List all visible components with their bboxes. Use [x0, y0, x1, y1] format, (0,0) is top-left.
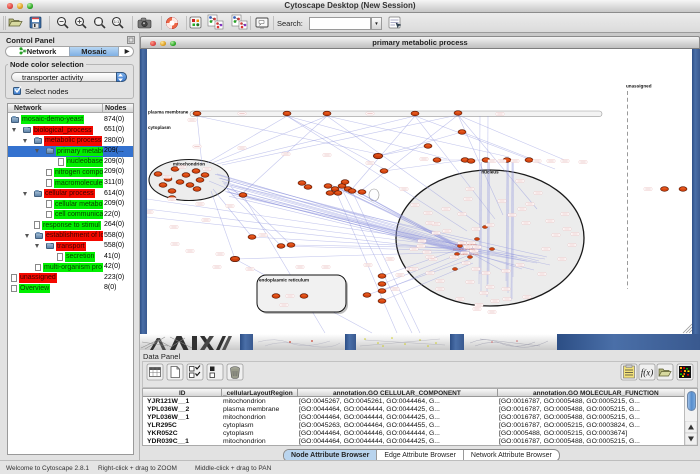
svg-text:f(x): f(x) — [641, 368, 654, 378]
svg-text:cytoplasm: cytoplasm — [148, 125, 171, 130]
svg-text:[GO:00452, GO:0044]: [GO:00452, GO:0044] — [455, 244, 477, 246]
svg-text:1:1: 1:1 — [114, 19, 120, 24]
svg-text:plasma membrane: plasma membrane — [148, 110, 189, 115]
svg-text:[GO:00162, GO:0044]: [GO:00162, GO:0044] — [457, 254, 479, 256]
svg-text:[GO:00444, GO:0052]: [GO:00444, GO:0052] — [453, 249, 475, 251]
svg-text:unassigned: unassigned — [626, 84, 652, 89]
svg-text:endoplasmic reticulum: endoplasmic reticulum — [259, 278, 309, 283]
svg-text:mitochondrion: mitochondrion — [173, 162, 205, 167]
svg-text:nucleus: nucleus — [481, 170, 499, 175]
